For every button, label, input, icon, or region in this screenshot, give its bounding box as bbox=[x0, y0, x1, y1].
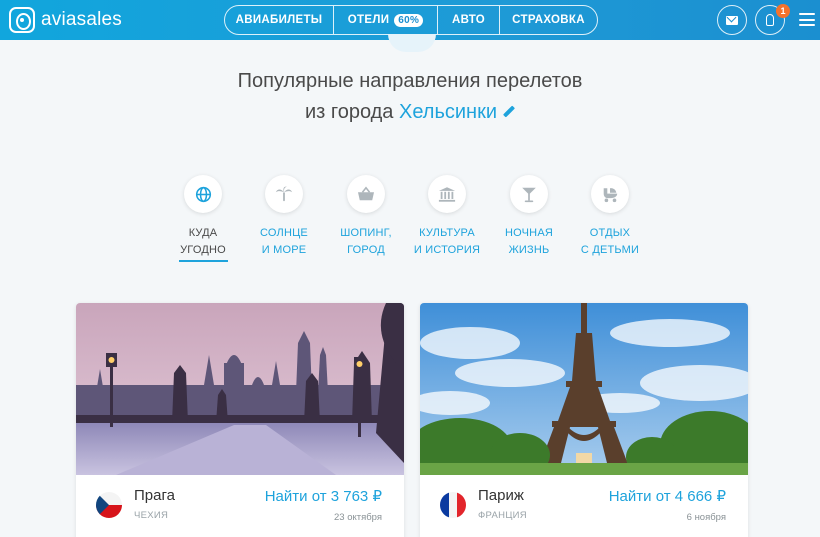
prague-photo bbox=[76, 303, 404, 475]
flight-date: 23 октября bbox=[333, 512, 382, 523]
logo-text: aviasales bbox=[41, 9, 123, 30]
mail-icon[interactable] bbox=[717, 5, 747, 35]
category-nightlife[interactable]: НОЧНАЯ ЖИЗНЬ bbox=[484, 175, 574, 259]
hamburger-menu-icon[interactable] bbox=[799, 13, 815, 26]
category-label: КУЛЬТУРА bbox=[419, 227, 475, 239]
notification-badge: 1 bbox=[776, 4, 790, 18]
stroller-icon bbox=[591, 175, 629, 213]
country-name: ФРАНЦИЯ bbox=[478, 510, 527, 521]
discount-badge: 60% bbox=[394, 13, 424, 27]
nav-insurance[interactable]: СТРАХОВКА bbox=[500, 6, 597, 34]
category-label: ЖИЗНЬ bbox=[508, 244, 550, 256]
nav-insurance-label: СТРАХОВКА bbox=[512, 14, 585, 26]
category-label: ШОПИНГ, bbox=[340, 227, 392, 239]
category-label: УГОДНО bbox=[180, 244, 226, 256]
cz-flag-icon bbox=[96, 492, 122, 518]
category-anywhere[interactable]: КУДА УГОДНО bbox=[158, 175, 248, 259]
category-label: КУДА bbox=[188, 227, 218, 239]
main-nav: АВИАБИЛЕТЫ ОТЕЛИ 60% АВТО СТРАХОВКА bbox=[224, 5, 598, 35]
price-link[interactable]: Найти от 3 763 ₽ bbox=[265, 487, 382, 505]
category-label: ГОРОД bbox=[347, 244, 385, 256]
title-line-1: Популярные направления перелетов bbox=[237, 70, 583, 92]
nav-cars[interactable]: АВТО bbox=[438, 6, 500, 34]
nav-flights[interactable]: АВИАБИЛЕТЫ bbox=[225, 6, 334, 34]
city-name: Прага bbox=[134, 487, 175, 504]
edit-pencil-icon[interactable] bbox=[503, 106, 515, 118]
nav-hotels-label: ОТЕЛИ bbox=[347, 14, 390, 26]
flight-date: 6 ноября bbox=[686, 512, 726, 523]
palm-icon bbox=[265, 175, 303, 213]
logo[interactable]: aviasales bbox=[9, 7, 122, 33]
fr-flag-icon bbox=[440, 492, 466, 518]
destination-card-prague[interactable]: Прага ЧЕХИЯ Найти от 3 763 ₽ 23 октября bbox=[76, 303, 404, 537]
category-label: И МОРЕ bbox=[261, 244, 307, 256]
category-culture[interactable]: КУЛЬТУРА И ИСТОРИЯ bbox=[402, 175, 492, 259]
category-kids[interactable]: ОТДЫХ С ДЕТЬМИ bbox=[565, 175, 655, 259]
nav-hotels[interactable]: ОТЕЛИ 60% bbox=[334, 6, 438, 34]
city-name: Париж bbox=[478, 487, 524, 504]
category-shopping[interactable]: ШОПИНГ, ГОРОД bbox=[321, 175, 411, 259]
title-prefix: из города bbox=[304, 101, 394, 123]
nav-flights-label: АВИАБИЛЕТЫ bbox=[235, 14, 323, 26]
museum-icon bbox=[428, 175, 466, 213]
cocktail-icon bbox=[510, 175, 548, 213]
paris-photo bbox=[420, 303, 748, 475]
category-label: ОТДЫХ bbox=[589, 227, 631, 239]
basket-icon bbox=[347, 175, 385, 213]
category-label: НОЧНАЯ bbox=[504, 227, 553, 239]
logo-icon bbox=[9, 7, 35, 33]
active-category-underline bbox=[179, 260, 228, 262]
destination-card-paris[interactable]: Париж ФРАНЦИЯ Найти от 4 666 ₽ 6 ноября bbox=[420, 303, 748, 537]
header-tab-tip bbox=[388, 34, 436, 52]
category-label: С ДЕТЬМИ bbox=[580, 244, 640, 256]
nav-cars-label: АВТО bbox=[451, 14, 486, 26]
origin-city-link[interactable]: Хельсинки bbox=[399, 101, 497, 123]
category-label: СОЛНЦЕ bbox=[260, 227, 308, 239]
page-title: Популярные направления перелетов из горо… bbox=[0, 66, 820, 128]
category-label: И ИСТОРИЯ bbox=[413, 244, 481, 256]
country-name: ЧЕХИЯ bbox=[134, 510, 169, 521]
price-link[interactable]: Найти от 4 666 ₽ bbox=[609, 487, 726, 505]
globe-icon bbox=[184, 175, 222, 213]
category-sun-sea[interactable]: СОЛНЦЕ И МОРЕ bbox=[239, 175, 329, 259]
title-line-2: из города Хельсинки bbox=[0, 97, 820, 128]
